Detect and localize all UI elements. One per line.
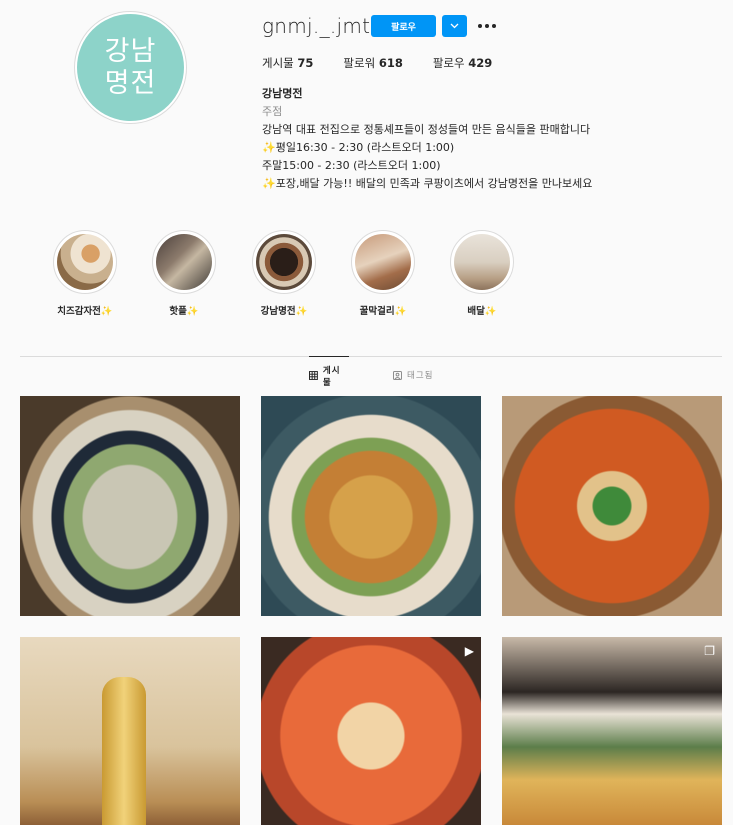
tab-posts[interactable]: 게시물	[309, 356, 349, 394]
tab-tagged-label: 태그됨	[407, 371, 434, 381]
bottle	[102, 677, 146, 825]
post-thumbnail[interactable]	[261, 396, 481, 616]
highlight-item[interactable]: 배달✨	[450, 230, 514, 317]
highlight-cover	[256, 234, 312, 290]
more-horizontal-icon	[478, 24, 496, 28]
followers-label: 팔로워	[343, 56, 376, 70]
highlight-label: 강남명전	[260, 306, 296, 317]
tab-posts-label: 게시물	[322, 365, 341, 388]
reel-play-icon: ▶	[464, 644, 474, 658]
sparkle-icon: ✨	[262, 177, 276, 190]
highlight-label: 치즈감자전	[57, 306, 101, 317]
post-thumbnail[interactable]: ❐	[502, 637, 722, 825]
grid-icon	[309, 371, 318, 380]
highlight-label: 꿀막걸리	[359, 306, 395, 317]
highlight-item[interactable]: 핫플✨	[152, 230, 216, 317]
suggested-accounts-button[interactable]	[442, 15, 467, 37]
bio-line-3: 주말15:00 - 2:30 (라스트오더 1:00)	[262, 159, 441, 172]
highlight-cover	[156, 234, 212, 290]
highlight-cover	[454, 234, 510, 290]
post-thumbnail[interactable]	[20, 396, 240, 616]
profile-avatar[interactable]: 강남 명전	[74, 11, 187, 124]
profile-stats: 게시물 75 팔로워 618 팔로우 429	[262, 55, 492, 71]
posts-value: 75	[297, 56, 314, 70]
avatar-text-bottom: 명전	[104, 67, 157, 99]
following-count[interactable]: 팔로우 429	[433, 55, 492, 71]
profile-username: gnmj._.jmt	[262, 14, 371, 38]
bio-line-1: 강남역 대표 전집으로 정통셰프들이 정성들여 만든 음식들을 판매합니다	[262, 123, 591, 136]
bio-category: 주점	[262, 105, 283, 118]
tabs-divider	[20, 356, 722, 357]
following-value: 429	[468, 56, 493, 70]
highlight-label: 배달	[467, 306, 485, 317]
carousel-icon: ❐	[704, 644, 715, 658]
highlight-item[interactable]: 꿀막걸리✨	[351, 230, 415, 317]
followers-value: 618	[378, 56, 403, 70]
sparkle-icon: ✨	[262, 141, 276, 154]
more-options-button[interactable]	[476, 16, 498, 36]
follow-button[interactable]: 팔로우	[371, 15, 436, 37]
highlight-label: 핫플	[169, 306, 187, 317]
chevron-down-icon	[450, 23, 459, 29]
bio-name: 강남명전	[262, 87, 303, 100]
highlight-item[interactable]: 강남명전✨	[252, 230, 316, 317]
following-label: 팔로우	[432, 56, 465, 70]
tagged-icon	[393, 370, 402, 380]
posts-label: 게시물	[262, 56, 294, 70]
profile-bio: 강남명전 주점 강남역 대표 전집으로 정통셰프들이 정성들여 만든 음식들을 …	[262, 85, 592, 193]
post-thumbnail[interactable]: ▶	[261, 637, 481, 825]
tab-tagged[interactable]: 태그됨	[393, 356, 433, 394]
highlight-cover	[57, 234, 113, 290]
followers-count[interactable]: 팔로워 618	[343, 55, 402, 71]
highlight-cover	[355, 234, 411, 290]
avatar-text-top: 강남	[104, 35, 157, 67]
bio-line-2: ✨평일16:30 - 2:30 (라스트오더 1:00)	[262, 141, 455, 154]
avatar-logo: 강남 명전	[77, 14, 184, 121]
highlight-item[interactable]: 치즈감자전✨	[53, 230, 117, 317]
post-thumbnail[interactable]	[502, 396, 722, 616]
post-thumbnail[interactable]	[20, 637, 240, 825]
bio-line-4: ✨포장,배달 가능!! 배달의 민족과 쿠팡이츠에서 강남명전을 만나보세요	[262, 177, 593, 190]
posts-count: 게시물 75	[262, 55, 313, 71]
